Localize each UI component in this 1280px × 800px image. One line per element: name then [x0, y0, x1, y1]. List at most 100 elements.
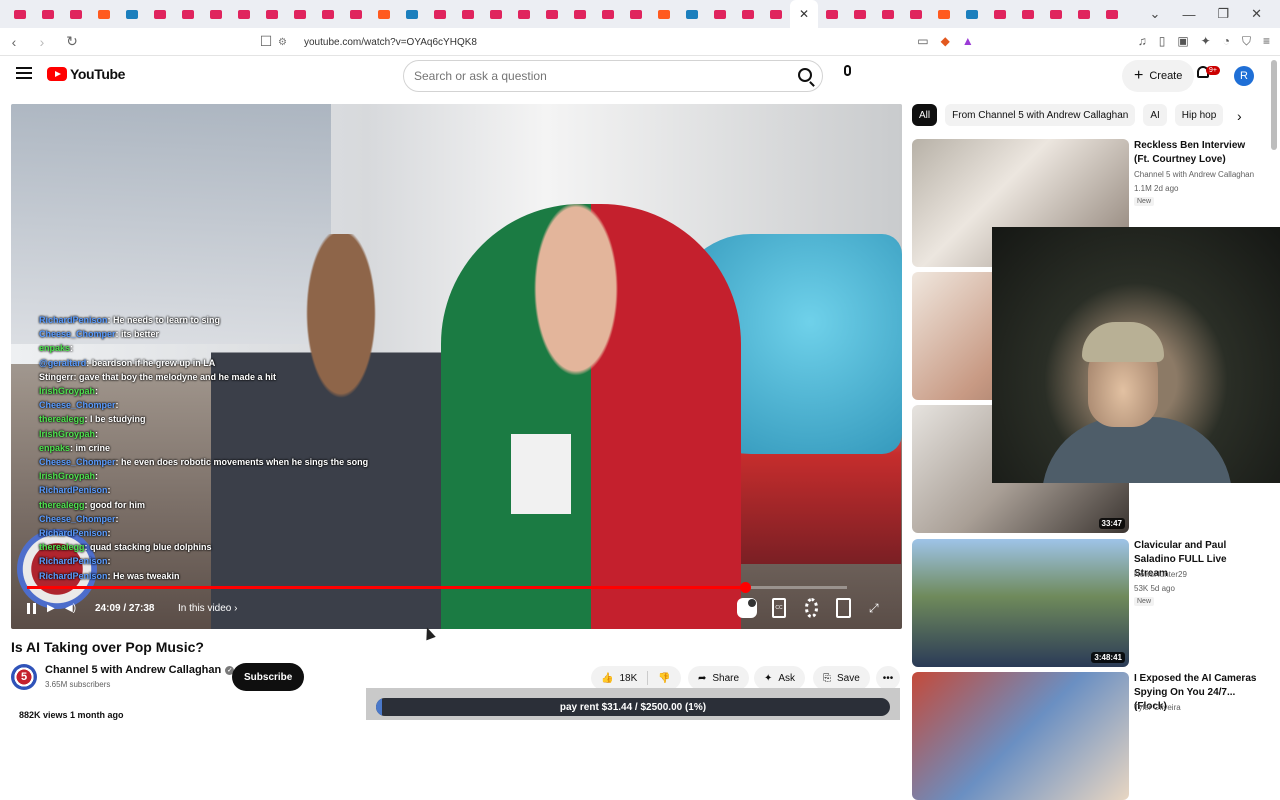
page-scrollbar[interactable] [1271, 60, 1277, 150]
browser-tab[interactable] [62, 0, 90, 28]
browser-tab[interactable] [1014, 0, 1042, 28]
captions-icon[interactable]: CC [772, 598, 786, 618]
tab-close-icon[interactable]: ✕ [799, 7, 809, 21]
fullscreen-icon[interactable]: ⤢ [869, 598, 879, 618]
filter-chip[interactable]: From Channel 5 with Andrew Callaghan [945, 104, 1136, 126]
cast-icon[interactable]: ▭ [917, 34, 928, 49]
browser-tab[interactable] [874, 0, 902, 28]
browser-tab[interactable] [594, 0, 622, 28]
volume-icon[interactable]: ◀) [65, 598, 81, 618]
recommendation-item[interactable]: I Exposed the AI Cameras Spying On You 2… [912, 672, 1272, 800]
progress-scrubber[interactable] [740, 582, 752, 593]
browser-tab[interactable] [538, 0, 566, 28]
browser-tab[interactable] [958, 0, 986, 28]
recommendation-item[interactable]: 3:48:41 Clavicular and Paul Saladino FUL… [912, 539, 1272, 667]
browser-tab[interactable] [202, 0, 230, 28]
subscribe-button[interactable]: Subscribe [232, 663, 305, 691]
browser-tab[interactable] [1098, 0, 1126, 28]
extensions-icon[interactable]: ◔ [1223, 34, 1230, 49]
video-progress-bar[interactable] [27, 582, 847, 593]
recommendation-thumbnail[interactable] [912, 672, 1129, 800]
filter-chip[interactable]: All [912, 104, 938, 126]
browser-tab[interactable] [986, 0, 1014, 28]
thumbs-up-icon[interactable]: 👍 [601, 673, 613, 684]
recommendation-thumbnail[interactable]: 3:48:41 [912, 539, 1129, 667]
search-icon[interactable] [798, 68, 812, 82]
browser-tab[interactable] [146, 0, 174, 28]
browser-tab[interactable] [118, 0, 146, 28]
more-actions-icon[interactable]: ••• [876, 666, 900, 690]
save-button[interactable]: ⎘ Save [813, 666, 870, 690]
browser-tab[interactable] [342, 0, 370, 28]
browser-tab[interactable] [370, 0, 398, 28]
like-count[interactable]: 18K [619, 673, 637, 684]
browser-tab[interactable] [426, 0, 454, 28]
menu-icon[interactable]: ≡ [1263, 34, 1270, 49]
browser-tab[interactable] [482, 0, 510, 28]
next-icon[interactable]: ▶ [47, 598, 59, 618]
recommendation-channel[interactable]: Tyler Oliveira [1134, 703, 1181, 712]
browser-tab[interactable] [398, 0, 426, 28]
forward-icon[interactable]: › [32, 34, 52, 50]
address-bar[interactable]: ⚙ youtube.com/watch?v=OYAq6cYHQK8 [278, 32, 998, 52]
video-player[interactable]: RichardPenison: He needs to learn to sin… [11, 104, 902, 629]
browser-tab[interactable] [174, 0, 202, 28]
browser-tab[interactable] [762, 0, 790, 28]
site-info-icon[interactable]: ⚙ [278, 37, 292, 48]
shield-icon[interactable]: ⛉ [1242, 34, 1251, 49]
autoplay-toggle[interactable] [737, 598, 757, 618]
recommendation-channel[interactable]: NewsHunter29 [1134, 570, 1187, 579]
thumbs-down-icon[interactable]: 👎 [658, 673, 670, 684]
browser-tab[interactable] [6, 0, 34, 28]
recommendation-channel[interactable]: Channel 5 with Andrew Callaghan [1134, 170, 1254, 179]
minimize-icon[interactable]: — [1182, 7, 1195, 22]
voice-search-icon[interactable] [838, 65, 856, 83]
in-this-video-button[interactable]: In this video › [178, 598, 237, 618]
search-input[interactable] [414, 69, 774, 83]
browser-tab[interactable] [566, 0, 594, 28]
browser-tab[interactable] [1042, 0, 1070, 28]
maximize-icon[interactable]: ❐ [1217, 6, 1229, 22]
browser-tab[interactable] [230, 0, 258, 28]
browser-tab[interactable] [650, 0, 678, 28]
channel-name-link[interactable]: Channel 5 with Andrew Callaghan ✓ [45, 664, 235, 676]
browser-tab[interactable] [706, 0, 734, 28]
leo-icon[interactable]: ✦ [1201, 34, 1211, 49]
music-icon[interactable]: ♫ [1138, 34, 1147, 49]
browser-tab[interactable] [622, 0, 650, 28]
browser-tab[interactable] [90, 0, 118, 28]
chips-next-icon[interactable]: › [1237, 108, 1242, 124]
channel-avatar[interactable]: 5 [11, 664, 37, 690]
active-tab[interactable]: ✕ [790, 0, 818, 28]
browser-tab[interactable] [678, 0, 706, 28]
browser-tab[interactable] [1070, 0, 1098, 28]
browser-tab[interactable] [818, 0, 846, 28]
back-icon[interactable]: ‹ [4, 34, 24, 50]
share-button[interactable]: ➦ Share [688, 666, 750, 690]
settings-gear-icon[interactable] [805, 598, 818, 618]
browser-tab[interactable] [286, 0, 314, 28]
browser-tab[interactable] [930, 0, 958, 28]
account-avatar[interactable]: R [1234, 66, 1254, 86]
browser-tab[interactable] [510, 0, 538, 28]
create-button[interactable]: + Create [1122, 60, 1195, 92]
search-box[interactable] [403, 60, 823, 92]
tab-search-icon[interactable]: ⌄ [1150, 6, 1161, 22]
browser-tab[interactable] [454, 0, 482, 28]
browser-tab[interactable] [314, 0, 342, 28]
rewards-icon[interactable]: ▲ [962, 34, 974, 49]
youtube-logo[interactable]: YouTube [47, 66, 125, 82]
browser-tab[interactable] [734, 0, 762, 28]
browser-tab[interactable] [258, 0, 286, 28]
close-window-icon[interactable]: ✕ [1251, 6, 1262, 22]
browser-tab[interactable] [846, 0, 874, 28]
filter-chip[interactable]: AI [1143, 104, 1167, 126]
pause-icon[interactable] [27, 598, 39, 618]
sidebar-icon[interactable]: ▯ [1159, 34, 1166, 49]
recommendation-title[interactable]: Reckless Ben Interview (Ft. Courtney Lov… [1134, 139, 1260, 167]
reload-icon[interactable]: ↻ [62, 33, 82, 50]
brave-shield-icon[interactable]: ◆ [941, 34, 950, 49]
browser-tab[interactable] [902, 0, 930, 28]
hamburger-menu-icon[interactable] [16, 67, 32, 79]
theater-mode-icon[interactable] [836, 598, 851, 618]
